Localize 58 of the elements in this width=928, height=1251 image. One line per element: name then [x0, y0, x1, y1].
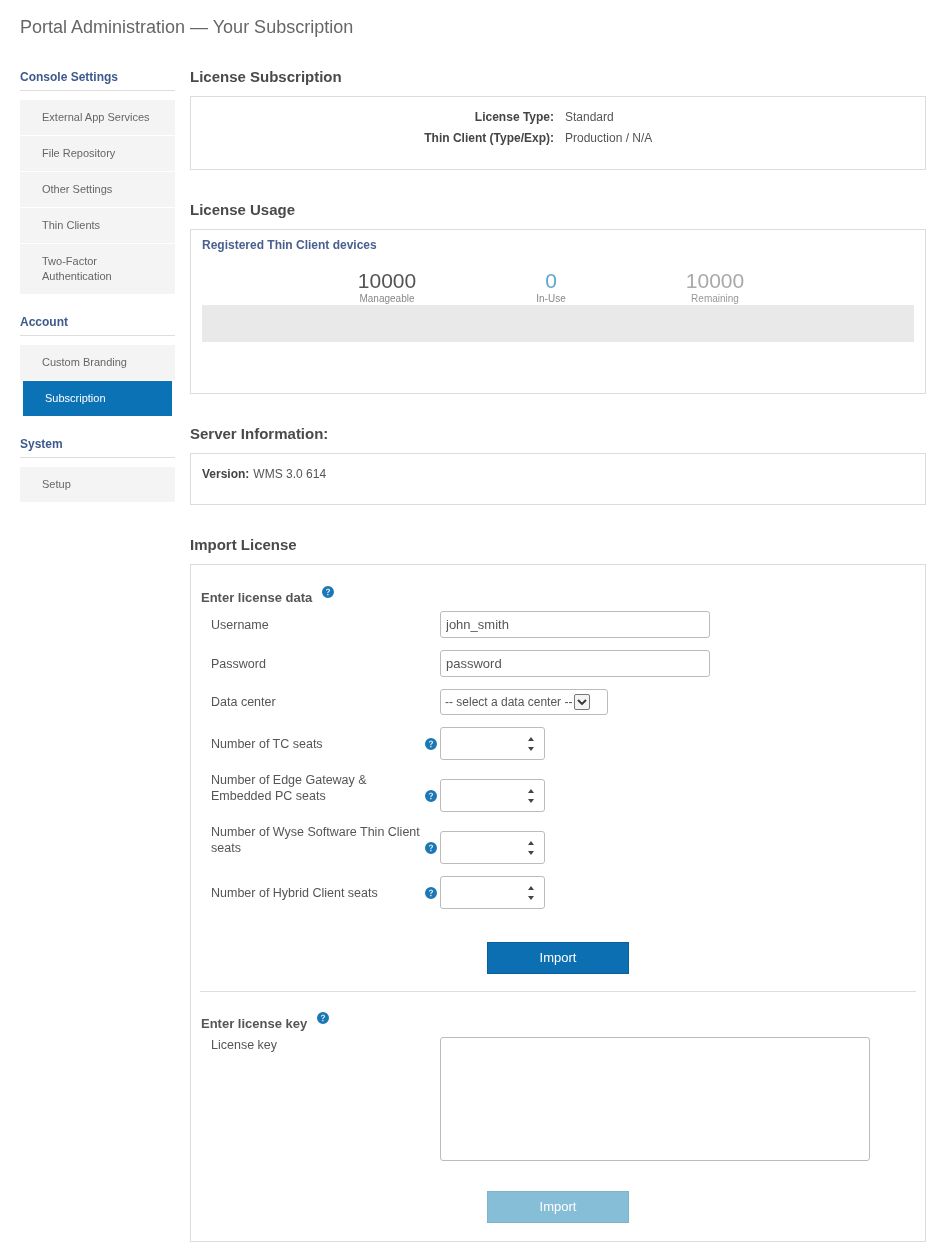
field-label: Number of Wyse Software Thin Client seats [211, 824, 421, 856]
import-button[interactable]: Import [487, 942, 629, 974]
info-value: Production / N/A [565, 130, 653, 147]
sidebar-item[interactable]: Custom Branding [20, 345, 175, 380]
sidebar-item[interactable]: External App Services [20, 100, 175, 135]
sidebar-item[interactable]: Two-Factor Authentication [20, 244, 175, 294]
field-label: Number of Edge Gateway & Embedded PC seats [211, 772, 368, 804]
help-icon[interactable] [425, 738, 437, 750]
form-section-title: Enter license data [201, 589, 313, 607]
info-label: Thin Client (Type/Exp): [424, 130, 554, 147]
help-icon[interactable] [317, 1012, 330, 1024]
text-field[interactable]: john_smith [440, 611, 710, 638]
number-field[interactable] [440, 831, 545, 864]
sidebar-item[interactable]: Thin Clients [20, 208, 175, 243]
stat-value: 10000 [685, 269, 745, 293]
info-value: WMS 3.0 614 [253, 466, 327, 483]
field-label: Data center [211, 694, 276, 710]
sidebar-section-title: Account [20, 314, 68, 331]
info-value: Standard [565, 109, 614, 126]
sidebar-section-title: System [20, 436, 63, 453]
stat-value: 10000 [357, 269, 417, 293]
sidebar-item[interactable]: Setup [20, 467, 175, 502]
help-icon[interactable] [425, 790, 437, 802]
help-icon[interactable] [425, 887, 437, 899]
sidebar-section-title: Console Settings [20, 69, 118, 86]
spinner-arrows-icon[interactable] [528, 788, 534, 803]
number-field[interactable] [440, 876, 545, 909]
stat-label: In-Use [536, 293, 566, 305]
spinner-arrows-icon[interactable] [528, 840, 534, 855]
field-label: License key [211, 1037, 277, 1053]
stat-label: Manageable [359, 293, 415, 305]
stat-value: 0 [545, 269, 557, 293]
form-section-title: Enter license key [201, 1015, 308, 1033]
number-field[interactable] [440, 727, 545, 760]
spinner-arrows-icon[interactable] [528, 736, 534, 751]
text-field[interactable]: password [440, 650, 710, 677]
section-heading: License Subscription [190, 67, 342, 87]
info-label: Version: [202, 466, 250, 483]
field-label: Password [211, 655, 266, 672]
section-heading: Import License [190, 535, 297, 555]
panel-title: Registered Thin Client devices [202, 237, 377, 253]
sidebar-item[interactable]: Other Settings [20, 172, 175, 207]
spinner-arrows-icon[interactable] [528, 885, 534, 900]
help-icon[interactable] [425, 842, 437, 854]
page-title: Portal Administration — Your Subscription [20, 17, 354, 37]
sidebar-item[interactable]: Subscription [23, 381, 172, 416]
section-heading: License Usage [190, 200, 296, 220]
sidebar-item[interactable]: File Repository [20, 136, 175, 171]
field-label: Number of Hybrid Client seats [211, 885, 378, 901]
number-field[interactable] [440, 779, 545, 812]
section-heading: Server Information: [190, 424, 329, 444]
field-label: Username [211, 616, 269, 633]
data-center-select[interactable]: -- select a data center -- [440, 689, 608, 715]
info-label: License Type: [474, 109, 554, 126]
field-label: Number of TC seats [211, 736, 323, 752]
help-icon[interactable] [322, 586, 335, 598]
stat-label: Remaining [691, 293, 739, 305]
license-key-field[interactable] [440, 1037, 870, 1161]
